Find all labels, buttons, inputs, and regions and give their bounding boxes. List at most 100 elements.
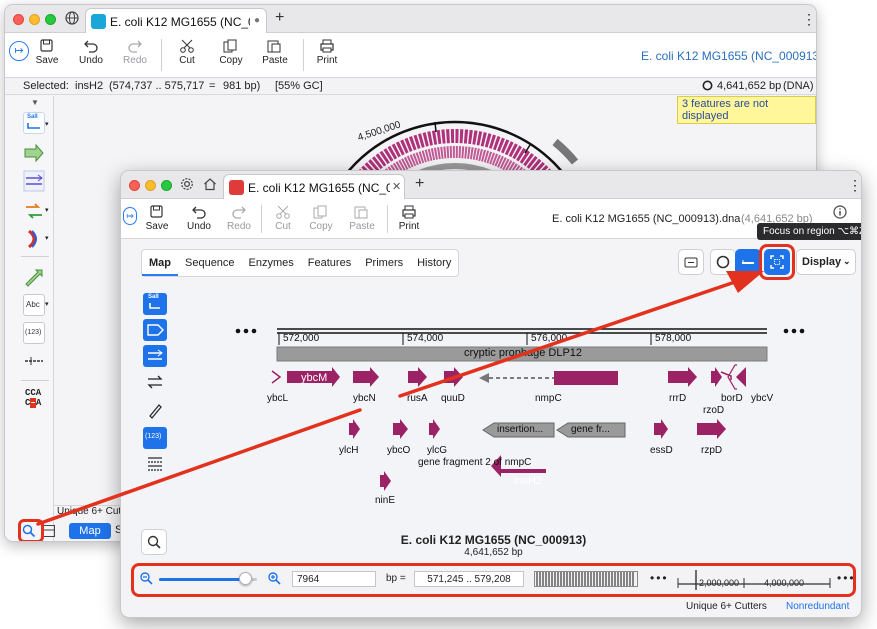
orientation-tool[interactable] (23, 200, 45, 222)
map-sequence-length: 4,641,652 bp (464, 547, 523, 558)
tab-map[interactable]: Map (142, 250, 178, 276)
front-undo-button[interactable]: Undo (177, 205, 221, 232)
mutagenesis-tool[interactable]: CCA C–A (25, 388, 41, 408)
more-menu-icon[interactable]: ⋮ (848, 177, 861, 194)
back-save-button[interactable]: Save (25, 39, 69, 66)
feature-quuD[interactable]: quuD (441, 393, 465, 404)
feature-rzpD[interactable]: rzpD (701, 445, 722, 456)
feature-ybcV[interactable]: ybcV (751, 393, 773, 404)
tab-features[interactable]: Features (301, 250, 358, 276)
chevron-down-icon[interactable]: ▾ (45, 120, 49, 128)
sequence-overview-strip[interactable] (534, 571, 638, 587)
back-copy-button[interactable]: Copy (209, 39, 253, 66)
gear-icon[interactable] (180, 177, 194, 191)
back-undo-button[interactable]: Undo (69, 39, 113, 66)
visible-range-field[interactable]: 571,245 .. 579,208 (414, 571, 524, 587)
circular-map-peek[interactable]: 4,500,000 (305, 97, 605, 177)
cutters-label[interactable]: Unique 6+ Cutters (686, 601, 767, 612)
info-icon[interactable] (833, 205, 847, 219)
numbering-tool[interactable]: (123) (23, 322, 45, 344)
more-menu-icon[interactable]: ⋮ (802, 11, 816, 28)
chevron-down-icon[interactable]: ▾ (45, 234, 49, 242)
front-document-tab[interactable]: E. coli K12 MG1655 (NC_0009 ✕ (223, 174, 405, 199)
close-button[interactable] (129, 180, 140, 191)
hidden-features-notice[interactable]: 3 features are not displayed (677, 96, 816, 124)
front-copy-button[interactable]: Copy (299, 205, 343, 232)
back-redo-button[interactable]: Redo (113, 39, 157, 66)
back-titlebar: E. coli K12 MG1655 (NC_0009 ● + ⋮ (5, 5, 816, 33)
display-menu[interactable]: Display ⌄ (796, 249, 856, 275)
chevron-down-icon[interactable]: ▾ (45, 206, 49, 214)
back-print-button[interactable]: Print (305, 39, 349, 66)
home-icon[interactable] (203, 177, 217, 191)
tab-sequence[interactable]: Sequence (178, 250, 242, 276)
zoom-slider-knob[interactable] (239, 572, 253, 585)
palette-divider (21, 380, 49, 381)
back-status-row: Selected: insH2 (574,737 .. 575,717 = 98… (5, 78, 816, 95)
back-toolbar: ↦ Save Undo Redo Cut Copy Paste Print E.… (5, 33, 816, 78)
back-paste-button[interactable]: Paste (253, 39, 297, 66)
close-tab-icon[interactable]: ✕ (392, 180, 401, 193)
genome-overview-ruler[interactable] (674, 568, 834, 592)
strands-tool[interactable] (23, 170, 45, 192)
view-tabs: Map Sequence Enzymes Features Primers Hi… (141, 249, 460, 277)
feature-nmpC[interactable]: nmpC (535, 393, 562, 404)
front-save-button[interactable]: Save (135, 205, 179, 232)
circular-map-button[interactable] (710, 249, 736, 275)
feature-gene-fr[interactable]: gene fr... (571, 424, 610, 435)
zoom-button[interactable] (161, 180, 172, 191)
minimize-button[interactable] (145, 180, 156, 191)
feature-ylcH[interactable]: ylcH (339, 445, 358, 456)
zoom-in-icon[interactable] (268, 572, 281, 585)
feature-ybcL[interactable]: ybcL (267, 393, 288, 404)
front-redo-button[interactable]: Redo (217, 205, 261, 232)
linear-view-button[interactable] (735, 249, 761, 275)
text-tool[interactable]: Abc (23, 294, 45, 316)
primer-tool[interactable] (23, 266, 45, 288)
curved-arrow-tool[interactable] (23, 228, 45, 250)
feature-ninE[interactable]: ninE (375, 495, 395, 506)
palette-collapse-icon[interactable]: ▼ (31, 98, 39, 107)
linear-map-canvas[interactable]: SalI (123) 572,000 574,000 576,000 578,0… (131, 289, 856, 561)
ruler-tick-label: 572,000 (283, 333, 320, 344)
new-tab-button[interactable]: + (275, 9, 284, 27)
feature-insH2[interactable]: insH2 (514, 475, 542, 487)
feature-rrrD[interactable]: rrrD (669, 393, 686, 404)
back-cut-button[interactable]: Cut (165, 39, 209, 66)
feature-borD[interactable]: borD (721, 393, 743, 404)
dna-file-icon (91, 14, 106, 29)
equals-sign: = (209, 80, 216, 92)
close-button[interactable] (13, 14, 24, 25)
line-tool[interactable] (23, 350, 45, 372)
feature-ybcO[interactable]: ybcO (387, 445, 410, 456)
front-paste-button[interactable]: Paste (340, 205, 384, 232)
zoom-button[interactable] (45, 14, 56, 25)
feature-rusA[interactable]: rusA (407, 393, 428, 404)
back-document-tab[interactable]: E. coli K12 MG1655 (NC_0009 ● (85, 8, 267, 33)
feature-rzoD[interactable]: rzoD (703, 405, 724, 416)
chevron-down-icon: ⌄ (843, 256, 851, 266)
feature-gene-fragment[interactable]: gene fragment 2 of nmpC (418, 457, 531, 468)
linear-map-button[interactable] (678, 249, 704, 275)
feature-ybcM[interactable]: ybcM (301, 372, 327, 384)
bp-per-view-field[interactable]: 7964 (292, 571, 376, 587)
feature-ylcG[interactable]: ylcG (427, 445, 447, 456)
tab-primers[interactable]: Primers (358, 250, 410, 276)
tab-enzymes[interactable]: Enzymes (242, 250, 301, 276)
tab-history[interactable]: History (410, 250, 458, 276)
unsaved-dot-icon[interactable]: ● (254, 15, 260, 26)
front-print-button[interactable]: Print (387, 205, 431, 232)
feature-ybcN[interactable]: ybcN (353, 393, 376, 404)
feature-arrow-tool[interactable] (23, 142, 45, 164)
feature-essD[interactable]: essD (650, 445, 673, 456)
enzyme-tool[interactable]: SalI (23, 112, 45, 134)
feature-insertion[interactable]: insertion... (497, 424, 543, 435)
zoom-out-icon[interactable] (140, 572, 153, 585)
back-tool-palette: ▼ SalI ▾ ▾ ▾ Abc ▾ (123) CCA C–A (5, 96, 54, 541)
new-tab-button[interactable]: + (415, 175, 424, 193)
chevron-down-icon[interactable]: ▾ (45, 300, 49, 308)
globe-icon[interactable] (65, 11, 79, 25)
minimize-button[interactable] (29, 14, 40, 25)
back-tab-map[interactable]: Map (69, 523, 111, 539)
nonredundant-link[interactable]: Nonredundant (786, 601, 849, 612)
